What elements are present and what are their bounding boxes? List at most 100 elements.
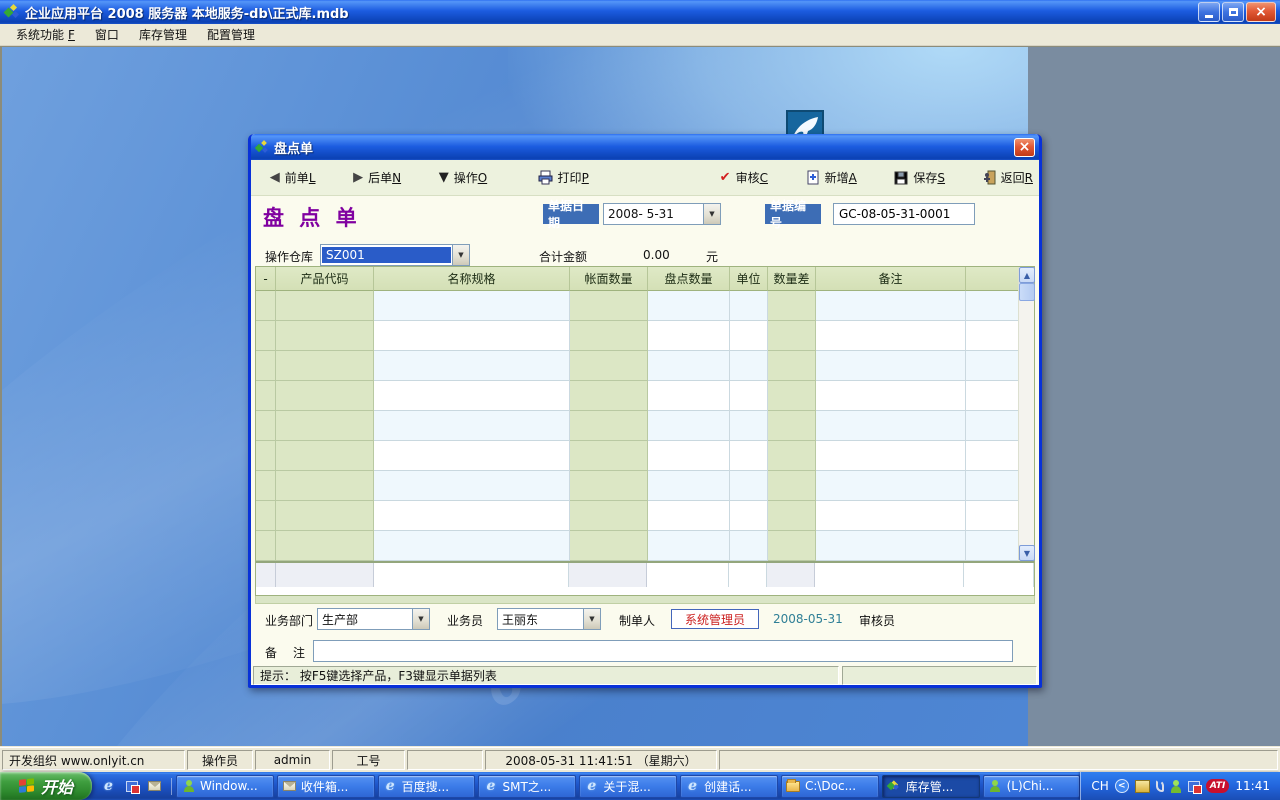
grid-column-header[interactable]: 产品代码	[276, 267, 374, 291]
grid-cell[interactable]	[768, 531, 816, 561]
task-baidu[interactable]: e百度搜...	[378, 775, 476, 798]
docno-input[interactable]	[833, 203, 975, 225]
prev-doc-button[interactable]: ◀ 前单L	[264, 165, 322, 190]
grid-cell[interactable]	[276, 501, 374, 531]
scroll-down-icon[interactable]: ▼	[1019, 545, 1035, 561]
grid-cell[interactable]	[768, 291, 816, 321]
dialog-titlebar[interactable]: 盘点单 ×	[251, 134, 1039, 160]
grid-cell[interactable]	[374, 471, 570, 501]
task-chi[interactable]: (L)Chi...	[983, 775, 1081, 798]
clerk-combobox[interactable]: 王丽东 ▼	[497, 608, 601, 630]
task-about[interactable]: e关于混...	[579, 775, 677, 798]
grid-cell[interactable]	[647, 563, 729, 587]
return-button[interactable]: 返回R	[977, 165, 1039, 190]
grid-cell[interactable]	[374, 351, 570, 381]
grid-cell[interactable]	[256, 321, 276, 351]
grid-cell[interactable]	[570, 381, 648, 411]
grid-cell[interactable]	[816, 291, 966, 321]
dropdown-arrow-icon[interactable]: ▼	[452, 245, 469, 265]
grid-row[interactable]	[256, 531, 1034, 561]
grid-cell[interactable]	[768, 351, 816, 381]
grid-cell[interactable]	[256, 291, 276, 321]
grid-cell[interactable]	[966, 351, 1020, 381]
grid-cell[interactable]	[256, 441, 276, 471]
grid-cell[interactable]	[276, 381, 374, 411]
grid-cell[interactable]	[966, 321, 1020, 351]
grid-cell[interactable]	[966, 501, 1020, 531]
update-tray-icon[interactable]	[1188, 781, 1200, 792]
mail-tray-icon[interactable]	[1135, 780, 1150, 793]
action-button[interactable]: ▼ 操作O	[433, 165, 493, 190]
start-button[interactable]: 开始	[0, 772, 92, 800]
grid-cell[interactable]	[730, 501, 768, 531]
grid-cell[interactable]	[730, 471, 768, 501]
menu-inventory[interactable]: 库存管理	[129, 24, 197, 45]
grid-cell[interactable]	[730, 411, 768, 441]
ati-tray-icon[interactable]: ATI	[1206, 779, 1230, 793]
grid-cell[interactable]	[374, 531, 570, 561]
dropdown-arrow-icon[interactable]: ▼	[412, 609, 429, 629]
grid-cell[interactable]	[256, 471, 276, 501]
task-smt[interactable]: eSMT之...	[478, 775, 576, 798]
grid-row[interactable]	[256, 351, 1034, 381]
menu-system[interactable]: 系统功能F	[6, 24, 85, 45]
task-inventory-app[interactable]: 库存管...	[882, 775, 980, 798]
minimize-button[interactable]	[1198, 2, 1220, 22]
grid-cell[interactable]	[570, 501, 648, 531]
grid-cell[interactable]	[570, 291, 648, 321]
grid-cell[interactable]	[256, 351, 276, 381]
remark-input[interactable]	[313, 640, 1013, 662]
media-player-quicklaunch-icon[interactable]	[123, 778, 140, 795]
messenger-tray-icon[interactable]	[1170, 780, 1182, 793]
grid-cell[interactable]	[816, 381, 966, 411]
grid-cell[interactable]	[374, 291, 570, 321]
dropdown-arrow-icon[interactable]: ▼	[703, 204, 720, 224]
grid-row[interactable]	[256, 381, 1034, 411]
grid-cell[interactable]	[256, 501, 276, 531]
grid-cell[interactable]	[374, 501, 570, 531]
grid-cell[interactable]	[816, 411, 966, 441]
outlook-quicklaunch-icon[interactable]	[146, 778, 163, 795]
grid-cell[interactable]	[374, 411, 570, 441]
grid-cell[interactable]	[276, 531, 374, 561]
grid-cell[interactable]	[966, 531, 1020, 561]
grid-cell[interactable]	[276, 411, 374, 441]
grid-cell[interactable]	[815, 563, 965, 587]
tray-clock[interactable]: 11:41	[1235, 779, 1270, 793]
grid-column-header[interactable]: 备注	[816, 267, 966, 291]
grid-cell[interactable]	[276, 321, 374, 351]
grid-cell[interactable]	[569, 563, 647, 587]
grid-cell[interactable]	[730, 351, 768, 381]
grid-cell[interactable]	[730, 441, 768, 471]
task-window[interactable]: Window...	[176, 775, 274, 798]
grid-cell[interactable]	[730, 321, 768, 351]
grid-cell[interactable]	[729, 563, 767, 587]
grid-cell[interactable]	[768, 411, 816, 441]
tray-collapse-icon[interactable]: <	[1115, 779, 1129, 793]
grid-cell[interactable]	[730, 381, 768, 411]
grid-cell[interactable]	[768, 321, 816, 351]
grid-cell[interactable]	[256, 531, 276, 561]
grid-cell[interactable]	[816, 441, 966, 471]
grid-cell[interactable]	[374, 321, 570, 351]
grid-cell[interactable]	[570, 321, 648, 351]
scrollbar-thumb[interactable]	[1019, 283, 1035, 301]
grid-cell[interactable]	[648, 321, 730, 351]
grid-cell[interactable]	[964, 563, 1034, 587]
grid-cell[interactable]	[648, 531, 730, 561]
grid-cell[interactable]	[816, 501, 966, 531]
grid-row[interactable]	[256, 441, 1034, 471]
dropdown-arrow-icon[interactable]: ▼	[583, 609, 600, 629]
grid-row[interactable]	[256, 501, 1034, 531]
grid-cell[interactable]	[648, 351, 730, 381]
grid-cell[interactable]	[570, 351, 648, 381]
audit-button[interactable]: ✔ 审核C	[714, 165, 774, 190]
grid-cell[interactable]	[276, 441, 374, 471]
grid-cell[interactable]	[816, 321, 966, 351]
grid-cell[interactable]	[570, 441, 648, 471]
restore-button[interactable]	[1222, 2, 1244, 22]
grid-cell[interactable]	[570, 531, 648, 561]
grid-cell[interactable]	[648, 411, 730, 441]
add-new-button[interactable]: 新增A	[800, 165, 863, 190]
grid-cell[interactable]	[374, 381, 570, 411]
